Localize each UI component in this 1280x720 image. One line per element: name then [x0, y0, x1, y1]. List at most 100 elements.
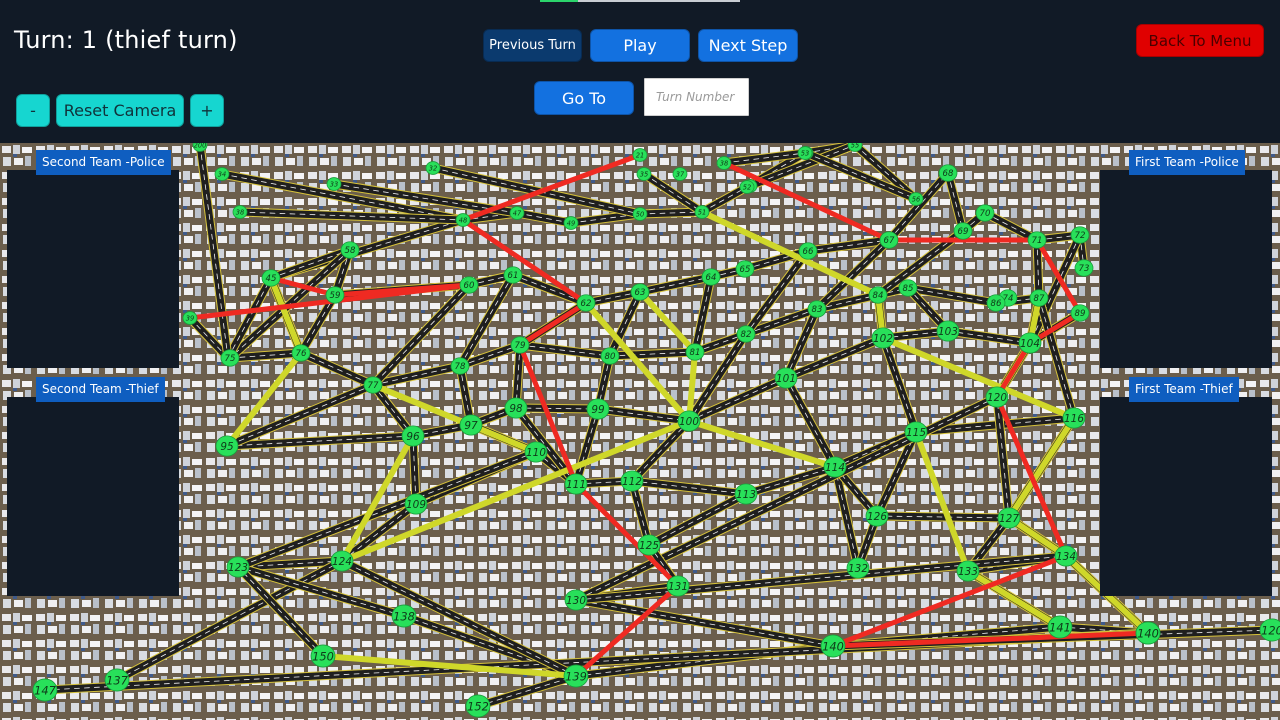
map-node[interactable]: 51 [694, 205, 710, 219]
map-node[interactable]: 70 [975, 204, 995, 222]
map-node[interactable]: 80 [600, 347, 620, 365]
map-node[interactable]: 50 [632, 207, 648, 221]
map-node[interactable]: 124 [330, 550, 354, 572]
map-node[interactable]: 113 [734, 483, 758, 505]
map-node[interactable]: 147 [32, 678, 58, 702]
map-node[interactable]: 109 [404, 493, 428, 515]
map-node[interactable]: 102 [871, 327, 895, 349]
map-node[interactable]: 53 [797, 146, 813, 160]
map-node-label: 140 [822, 639, 844, 653]
map-node[interactable]: 83 [807, 300, 827, 318]
map-node[interactable]: 87 [1029, 289, 1049, 307]
map-node[interactable]: 133 [956, 560, 980, 582]
map-node[interactable]: 101 [774, 367, 798, 389]
zoom-out-button[interactable]: - [16, 94, 50, 127]
map-node[interactable]: 71 [1027, 231, 1047, 249]
map-node[interactable]: 141 [1047, 615, 1073, 639]
map-node[interactable]: 75 [220, 349, 240, 367]
map-node[interactable]: 81 [685, 343, 705, 361]
map-node[interactable]: 76 [291, 344, 311, 362]
map-node[interactable]: 95 [215, 435, 239, 457]
map-node[interactable]: 104 [1018, 332, 1042, 354]
map-node[interactable]: 68 [938, 164, 958, 182]
map-node[interactable]: 110 [524, 441, 548, 463]
map-node[interactable]: 35 [636, 167, 652, 181]
map-node[interactable]: 100 [677, 410, 701, 432]
map-node[interactable]: 49 [563, 216, 579, 230]
map-node[interactable]: 140 [1135, 621, 1161, 645]
map-node[interactable]: 89 [1070, 304, 1090, 322]
map-node[interactable]: 114 [823, 456, 847, 478]
map-node[interactable]: 111 [564, 473, 588, 495]
map-node-label: 150 [312, 649, 334, 663]
map-node[interactable]: 56 [908, 192, 924, 206]
map-node[interactable]: 130 [564, 589, 588, 611]
back-to-menu-button[interactable]: Back To Menu [1136, 24, 1264, 57]
map-node[interactable]: 63 [630, 283, 650, 301]
map-node[interactable]: 58 [340, 241, 360, 259]
map-node[interactable]: 59 [325, 286, 345, 304]
map-node[interactable]: 62 [576, 294, 596, 312]
map-node[interactable]: 73 [1074, 259, 1094, 277]
map-node[interactable]: 21 [632, 148, 648, 162]
map-node[interactable]: 77 [363, 376, 383, 394]
map-node[interactable]: 137 [104, 668, 130, 692]
map-node[interactable]: 82 [736, 325, 756, 343]
zoom-in-button[interactable]: + [190, 94, 224, 127]
map-node[interactable]: 115 [904, 421, 928, 443]
map-node[interactable]: 99 [586, 398, 610, 420]
map-node[interactable]: 112 [620, 470, 644, 492]
map-node[interactable]: 48 [455, 213, 471, 227]
map-node[interactable]: 34 [214, 167, 230, 181]
map-node[interactable]: 72 [1070, 226, 1090, 244]
map-node[interactable]: 32 [425, 161, 441, 175]
play-button[interactable]: Play [590, 29, 690, 62]
map-node[interactable]: 85 [898, 279, 918, 297]
map-node[interactable]: 120 [1259, 618, 1280, 642]
map-node[interactable]: 78 [450, 357, 470, 375]
map-node[interactable]: 150 [310, 644, 336, 668]
map-node[interactable]: 134 [1054, 545, 1078, 567]
map-node[interactable]: 138 [391, 604, 417, 628]
map-node[interactable]: 86 [986, 294, 1006, 312]
reset-camera-button[interactable]: Reset Camera [56, 94, 184, 127]
next-step-button[interactable]: Next Step [698, 29, 798, 62]
map-node[interactable]: 97 [459, 414, 483, 436]
map-node[interactable]: 37 [672, 167, 688, 181]
city-map-canvas[interactable]: 2003438333221353738394139424847495051525… [0, 143, 1280, 720]
map-node[interactable]: 79 [510, 336, 530, 354]
map-node[interactable]: 69 [953, 222, 973, 240]
map-node[interactable]: 116 [1062, 407, 1086, 429]
map-node[interactable]: 38 [232, 205, 248, 219]
map-node[interactable]: 152 [465, 694, 491, 718]
map-node[interactable]: 139 [563, 664, 589, 688]
map-node[interactable]: 60 [459, 276, 479, 294]
map-node[interactable]: 98 [504, 397, 528, 419]
city-map-view[interactable]: 2003438333221353738394139424847495051525… [0, 143, 1280, 720]
map-node[interactable]: 45 [261, 269, 281, 287]
map-node[interactable]: 132 [846, 557, 870, 579]
map-node[interactable]: 47 [509, 206, 525, 220]
map-node[interactable]: 52 [739, 180, 755, 194]
map-node[interactable]: 120 [985, 386, 1009, 408]
map-node[interactable]: 84 [868, 286, 888, 304]
map-node[interactable]: 123 [226, 556, 250, 578]
map-node[interactable]: 103 [936, 320, 960, 342]
map-node[interactable]: 66 [798, 242, 818, 260]
map-node[interactable]: 65 [735, 260, 755, 278]
map-node[interactable]: 131 [666, 575, 690, 597]
map-node[interactable]: 61 [503, 266, 523, 284]
map-node[interactable]: 39 [182, 311, 198, 325]
map-node[interactable]: 126 [865, 505, 889, 527]
map-node[interactable]: 33 [326, 177, 342, 191]
map-node[interactable]: 67 [879, 231, 899, 249]
map-node[interactable]: 38 [716, 156, 732, 170]
map-node[interactable]: 140 [820, 634, 846, 658]
map-node[interactable]: 64 [701, 268, 721, 286]
map-node[interactable]: 125 [637, 534, 661, 556]
turn-number-input[interactable] [644, 78, 749, 116]
map-node[interactable]: 127 [997, 507, 1021, 529]
map-node[interactable]: 96 [401, 425, 425, 447]
previous-turn-button[interactable]: Previous Turn [483, 29, 582, 62]
go-to-button[interactable]: Go To [534, 81, 634, 115]
